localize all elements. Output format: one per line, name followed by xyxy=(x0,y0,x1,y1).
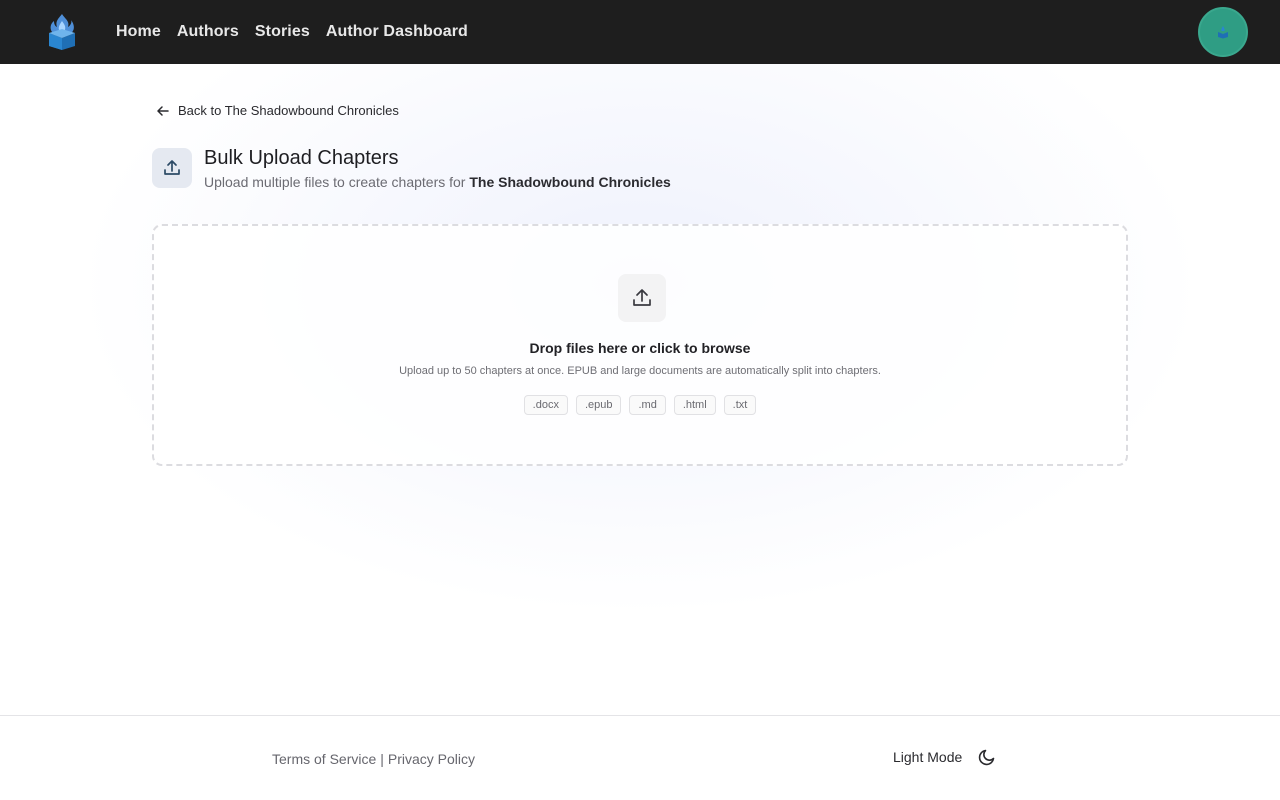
page-title: Bulk Upload Chapters xyxy=(204,147,399,169)
nav-home[interactable]: Home xyxy=(116,23,161,41)
dropzone-title: Drop files here or click to browse xyxy=(529,340,751,356)
page-subtitle: Upload multiple files to create chapters… xyxy=(204,174,671,190)
theme-label: Light Mode xyxy=(893,749,963,765)
format-badge: .txt xyxy=(723,395,757,415)
file-dropzone[interactable]: Drop files here or click to browse Uploa… xyxy=(152,224,1128,466)
format-badge: .docx xyxy=(523,395,568,415)
back-link-label: Back to The Shadowbound Chronicles xyxy=(178,103,399,118)
dropzone-icon-box xyxy=(618,274,666,322)
format-badge: .html xyxy=(673,395,716,415)
footer: Terms of Service | Privacy Policy Light Mo… xyxy=(0,715,1280,800)
upload-icon xyxy=(164,160,180,175)
nav-author-dashboard[interactable]: Author Dashboard xyxy=(326,23,468,41)
nav-authors[interactable]: Authors xyxy=(177,23,239,41)
privacy-link[interactable]: Privacy Policy xyxy=(388,751,475,767)
user-avatar[interactable] xyxy=(1198,7,1248,57)
nav-stories[interactable]: Stories xyxy=(255,23,310,41)
theme-toggle[interactable]: Light Mode xyxy=(893,748,996,766)
avatar-logo-icon xyxy=(1218,26,1228,39)
supported-formats: .docx .epub .md .html .txt xyxy=(154,395,1126,415)
format-badge: .epub xyxy=(575,395,622,415)
top-navigation: Home Authors Stories Author Dashboard xyxy=(0,0,1280,64)
story-name: The Shadowbound Chronicles xyxy=(469,174,671,190)
upload-icon xyxy=(633,289,651,306)
upload-header-icon xyxy=(152,148,192,188)
nav-links: Home Authors Stories Author Dashboard xyxy=(116,0,484,64)
arrow-left-icon xyxy=(157,105,169,116)
footer-links: Terms of Service | Privacy Policy xyxy=(272,751,475,767)
moon-icon xyxy=(979,749,995,766)
dropzone-hint: Upload up to 50 chapters at once. EPUB a… xyxy=(399,365,881,377)
terms-link[interactable]: Terms of Service xyxy=(272,751,376,767)
footer-separator: | xyxy=(380,751,384,767)
back-to-story-link[interactable]: Back to The Shadowbound Chronicles xyxy=(156,103,399,118)
format-badge: .md xyxy=(629,395,666,415)
subtitle-prefix: Upload multiple files to create chapters… xyxy=(204,174,466,190)
site-logo[interactable] xyxy=(46,12,78,50)
